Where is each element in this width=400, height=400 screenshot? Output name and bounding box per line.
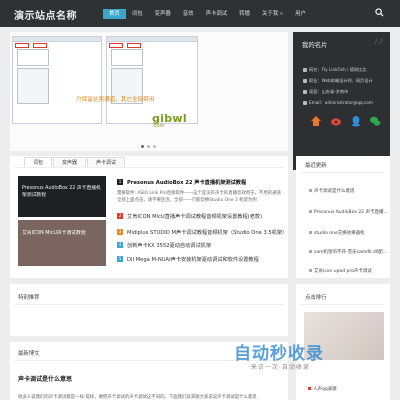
recent-updates-title: 最近更新 <box>305 163 327 169</box>
recent-item[interactable]: 艾肯icon upod pro声卡调试 <box>309 268 372 274</box>
special-title: 特别推荐 <box>18 295 40 301</box>
banner-card: 只保留这两通道，其它全部禁用 gibwl .com <box>10 32 288 151</box>
featured-title[interactable]: Presonus AudioBox 22 声卡直播机架测试教程 <box>127 179 246 186</box>
profile-card: 我的名片 ” 网名：Fly LinkFish丨德耐比比 职业：Web前端设计师、… <box>293 32 390 170</box>
nav-item-about[interactable]: 关于我 » <box>256 9 289 19</box>
nav-item-user[interactable]: 用户 <box>289 9 312 19</box>
profile-line-job: 职业：Web前端设计师、网页设计 <box>303 78 373 84</box>
user-icon <box>303 68 307 72</box>
home-icon <box>303 90 307 94</box>
search-icon[interactable] <box>375 8 384 17</box>
ranking-item[interactable]: 人声qq录歌 <box>308 386 337 392</box>
rank-badge: 5 <box>117 256 123 262</box>
banner-caption: 只保留这两通道，其它全部禁用 <box>76 97 155 103</box>
list-item[interactable]: 艾肯ICON MicU直播声卡调试教程音频机架设置教程(老款) <box>127 213 262 220</box>
wechat-icon[interactable] <box>369 115 381 127</box>
site-watermark-sub: ·来访一次·自动收录 <box>248 364 310 371</box>
recent-item[interactable]: sam机架的不开-音乐samdll.dll配... <box>309 249 387 255</box>
post-summary: 很多人说我们的声卡调试都是一样-提样，要把声卡调试的声卡调试这不同的。下面我们就… <box>18 395 257 400</box>
top-nav-bar: 演示站点名称 首页 词包 变声器 音效 声卡调试 转播 关于我 » 用户 <box>0 0 400 27</box>
nav-item-home[interactable]: 首页 <box>103 9 126 19</box>
list-item[interactable]: 创新声卡KX 3552驱动自动调试机架 <box>127 242 211 249</box>
post-title[interactable]: 声卡调试是什么意思 <box>18 374 72 383</box>
list-item[interactable]: DII Mega M-NUAI声卡安装机架驱动调试和软件设置教程 <box>127 256 259 263</box>
featured-thumb-1[interactable]: Presonus AudioBox 22 声卡直播机架测试教程 <box>18 176 106 217</box>
nav-item-soundcard-debug[interactable]: 声卡调试 <box>200 9 234 19</box>
article-list-card: 词包 变声器 声卡调试 Presonus AudioBox 22 声卡直播机架测… <box>10 156 288 278</box>
home-icon[interactable] <box>310 115 322 127</box>
rank-badge: 3 <box>117 229 123 235</box>
qq-icon[interactable] <box>350 115 362 127</box>
tab-soundcard-debug[interactable]: 声卡调试 <box>87 157 126 167</box>
profile-line-location: 现居：山东省-济南市 <box>303 89 348 95</box>
category-tabs: 词包 变声器 声卡调试 <box>24 157 126 167</box>
carousel-dot[interactable] <box>153 145 156 148</box>
nav-item-voice-changer[interactable]: 变声器 <box>149 9 177 19</box>
tab-voice-changer[interactable]: 变声器 <box>53 157 87 167</box>
quote-icon: ” <box>371 34 385 64</box>
rank-badge: 1 <box>117 179 123 185</box>
profile-title: 我的名片 <box>302 41 328 49</box>
latest-title: 最新博文 <box>18 351 40 357</box>
main-nav: 首页 词包 变声器 音效 声卡调试 转播 关于我 » 用户 <box>103 9 312 19</box>
nav-item-sound-effects[interactable]: 音效 <box>177 9 200 19</box>
featured-summary: 需要软件: ASIO Link Pro直接软件——这个是没有声卡的直播音效用于，… <box>117 191 281 203</box>
carousel-dot[interactable] <box>147 145 150 148</box>
rank-badge: 2 <box>117 213 123 219</box>
nav-item-words[interactable]: 词包 <box>126 9 149 19</box>
screenshot-left[interactable] <box>12 36 102 124</box>
site-watermark: 自动秒收录 <box>234 344 324 364</box>
mail-icon <box>303 101 307 105</box>
recent-item[interactable]: Presonus AudioBox 22 声卡直播... <box>309 209 388 215</box>
nav-item-relay[interactable]: 转播 <box>233 9 256 19</box>
recent-item[interactable]: 声卡调试是什么意思 <box>309 188 355 194</box>
list-item[interactable]: Midiplus STUDIO M声卡调试教程音频机架（Studio One 3… <box>127 229 287 236</box>
rank-badge: 4 <box>117 242 123 248</box>
site-logo[interactable]: 演示站点名称 <box>14 7 77 22</box>
tab-words[interactable]: 词包 <box>24 157 53 167</box>
carousel-dot[interactable] <box>141 145 144 148</box>
click-ranking-title: 点击排行 <box>305 295 327 301</box>
profile-line-name: 网名：Fly LinkFish丨德耐比比 <box>303 67 367 73</box>
featured-thumb-2[interactable]: 艾肯ICON MicU声卡调试教程 <box>18 220 106 266</box>
banner-watermark: gibwl .com <box>152 112 187 129</box>
special-recommend-card: 特别推荐 <box>10 284 288 336</box>
recent-updates-card: 最近更新 声卡调试是什么意思 Presonus AudioBox 22 声卡直播… <box>296 156 390 278</box>
recent-item[interactable]: studio one交换效果器机 <box>309 230 365 236</box>
profile-line-email: Email：administrator@qq.com <box>303 100 373 106</box>
briefcase-icon <box>303 79 307 83</box>
screenshot-right[interactable] <box>106 36 198 124</box>
weibo-icon[interactable] <box>330 115 342 127</box>
